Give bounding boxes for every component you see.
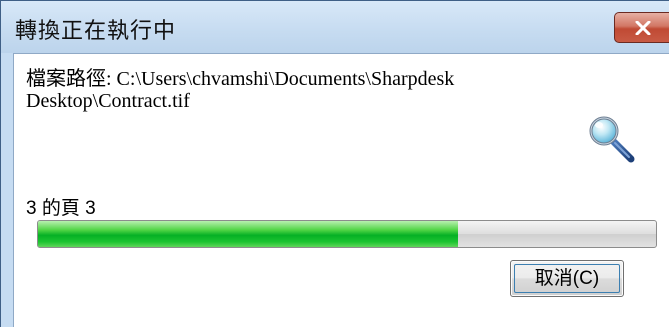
dialog-content: 檔案路徑: C:\Users\chvamshi\Documents\Sharpd… <box>13 53 669 327</box>
close-x-icon <box>635 21 651 35</box>
title-bar[interactable]: 轉換正在執行中 <box>1 1 669 53</box>
cancel-button[interactable]: 取消(C) <box>510 260 624 297</box>
conversion-dialog: 轉換正在執行中 檔案路徑: C:\Users\chvamshi\Document… <box>0 0 669 327</box>
progress-bar <box>37 220 657 248</box>
progress-bar-fill <box>38 221 459 247</box>
file-path-label: 檔案路徑: C:\Users\chvamshi\Documents\Sharpd… <box>26 68 455 112</box>
close-button[interactable] <box>614 12 669 43</box>
page-progress-text: 3 的頁 3 <box>26 198 96 219</box>
magnifier-icon <box>589 116 635 163</box>
dialog-title: 轉換正在執行中 <box>15 18 177 43</box>
